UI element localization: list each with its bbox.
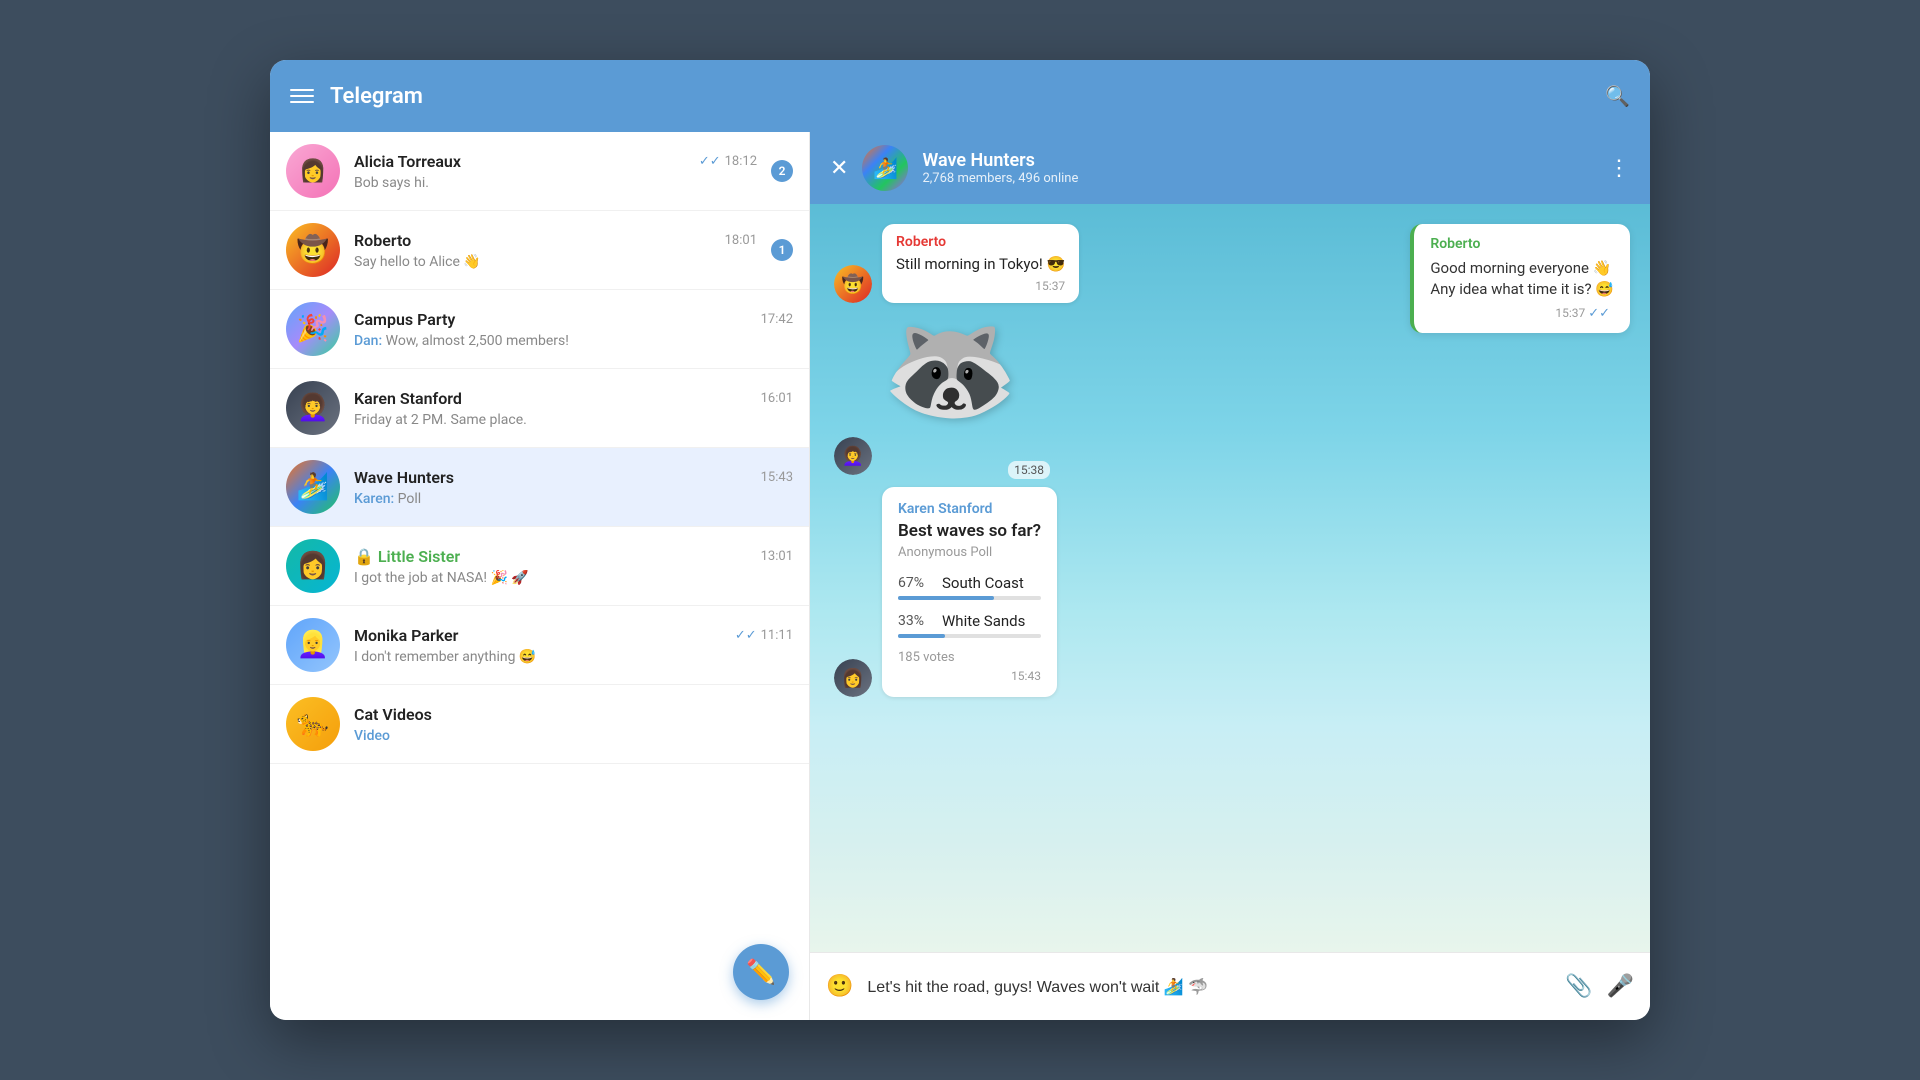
chat-time: 17:42	[761, 312, 793, 327]
message-avatar: 👩	[834, 659, 872, 697]
poll-pct: 67%	[898, 575, 934, 591]
group-info: Wave Hunters 2,768 members, 496 online	[922, 150, 1594, 186]
chat-name: Roberto	[354, 231, 411, 250]
group-name: Wave Hunters	[922, 150, 1594, 171]
input-bar: 🙂 📎 🎤	[810, 952, 1650, 1020]
chat-item-karen[interactable]: 👩‍🦱 Karen Stanford 16:01 Friday at 2 PM.…	[270, 369, 809, 448]
group-avatar: 🏄	[862, 145, 908, 191]
avatar: 🤠	[286, 223, 340, 277]
quoted-message: Roberto Good morning everyone 👋Any idea …	[1410, 224, 1630, 333]
poll-option: 67% South Coast	[898, 574, 1041, 600]
poll-title: Best waves so far?	[898, 521, 1041, 541]
avatar: 👩‍🦱	[286, 381, 340, 435]
chat-list: 👩 Alicia Torreaux ✓✓18:12 Bob says hi. 2…	[270, 132, 809, 1020]
mic-button[interactable]: 🎤	[1607, 974, 1634, 999]
poll-votes: 185 votes	[898, 650, 1041, 665]
more-options-icon[interactable]: ⋮	[1608, 156, 1630, 181]
poll-label: South Coast	[942, 574, 1024, 592]
chat-time: ✓✓11:11	[735, 628, 793, 643]
message-avatar: 🤠	[834, 265, 872, 303]
chat-preview: Karen: Poll	[354, 491, 793, 507]
poll-subtitle: Anonymous Poll	[898, 545, 1041, 560]
chat-name: Wave Hunters	[354, 468, 454, 487]
sidebar: 👩 Alicia Torreaux ✓✓18:12 Bob says hi. 2…	[270, 132, 810, 1020]
chat-time: 13:01	[761, 549, 793, 564]
chat-info: Karen Stanford 16:01 Friday at 2 PM. Sam…	[354, 389, 793, 428]
app-body: 👩 Alicia Torreaux ✓✓18:12 Bob says hi. 2…	[270, 132, 1650, 1020]
chat-name: Cat Videos	[354, 705, 432, 724]
group-meta: 2,768 members, 496 online	[922, 171, 1594, 186]
chat-time: 16:01	[761, 391, 793, 406]
chat-item-catvideos[interactable]: 🐆 Cat Videos Video	[270, 685, 809, 764]
message-sender: Roberto	[896, 234, 1065, 250]
compose-button[interactable]: ✏️	[733, 944, 789, 1000]
poll-bubble: Karen Stanford Best waves so far? Anonym…	[882, 487, 1057, 697]
chat-info: Cat Videos Video	[354, 705, 793, 744]
quoted-time: 15:37 ✓✓	[1430, 306, 1614, 321]
attach-button[interactable]: 📎	[1565, 974, 1592, 999]
close-button[interactable]: ✕	[830, 156, 848, 181]
app-header: Telegram 🔍	[270, 60, 1650, 132]
chat-item-monika[interactable]: 👱‍♀️ Monika Parker ✓✓11:11 I don't remem…	[270, 606, 809, 685]
chat-info: 🔒 Little Sister 13:01 I got the job at N…	[354, 547, 793, 586]
search-icon[interactable]: 🔍	[1605, 84, 1630, 108]
sticker: 🦝 15:38	[882, 315, 1042, 475]
poll-sender: Karen Stanford	[898, 501, 1041, 517]
message-bubble: Roberto Still morning in Tokyo! 😎 15:37	[882, 224, 1079, 303]
avatar: 👩	[286, 144, 340, 198]
chat-name: Campus Party	[354, 310, 455, 329]
sticker-time: 15:38	[1008, 461, 1050, 479]
poll-time: 15:43	[898, 669, 1041, 683]
chat-item-roberto[interactable]: 🤠 Roberto 18:01 Say hello to Alice 👋 1	[270, 211, 809, 290]
quoted-sender: Roberto	[1430, 236, 1614, 252]
app-window: Telegram 🔍 👩 Alicia Torreaux ✓✓18:12 Bob…	[270, 60, 1650, 1020]
chat-area: ✕ 🏄 Wave Hunters 2,768 members, 496 onli…	[810, 132, 1650, 1020]
avatar: 👱‍♀️	[286, 618, 340, 672]
emoji-button[interactable]: 🙂	[826, 974, 853, 999]
poll-label: White Sands	[942, 612, 1025, 630]
chat-info: Alicia Torreaux ✓✓18:12 Bob says hi.	[354, 152, 757, 191]
chat-preview: Dan: Wow, almost 2,500 members!	[354, 333, 793, 349]
message-text: Still morning in Tokyo! 😎	[896, 254, 1065, 275]
chat-time: 18:01	[725, 233, 757, 248]
avatar: 🏄	[286, 460, 340, 514]
message-avatar: 👩‍🦱	[834, 437, 872, 475]
chat-name: Monika Parker	[354, 626, 458, 645]
chat-info: Roberto 18:01 Say hello to Alice 👋	[354, 231, 757, 270]
chat-info: Monika Parker ✓✓11:11 I don't remember a…	[354, 626, 793, 665]
menu-icon[interactable]	[290, 89, 314, 103]
message-time: 15:37	[896, 279, 1065, 293]
sticker-row: 👩‍🦱 🦝 15:38	[834, 315, 1626, 475]
chat-name: Alicia Torreaux	[354, 152, 461, 171]
message-input[interactable]	[867, 978, 1551, 996]
unread-badge: 1	[771, 239, 793, 261]
chat-name: Karen Stanford	[354, 389, 462, 408]
chat-time: 15:43	[761, 470, 793, 485]
chat-item-littlesister[interactable]: 👩 🔒 Little Sister 13:01 I got the job at…	[270, 527, 809, 606]
chat-preview: Say hello to Alice 👋	[354, 254, 757, 270]
chat-topbar: ✕ 🏄 Wave Hunters 2,768 members, 496 onli…	[810, 132, 1650, 204]
avatar: 🎉	[286, 302, 340, 356]
unread-badge: 2	[771, 160, 793, 182]
chat-preview: Friday at 2 PM. Same place.	[354, 412, 793, 428]
avatar: 👩	[286, 539, 340, 593]
chat-name: 🔒 Little Sister	[354, 547, 460, 566]
chat-preview: Video	[354, 728, 793, 744]
chat-preview: I got the job at NASA! 🎉 🚀	[354, 570, 793, 586]
chat-preview: Bob says hi.	[354, 175, 757, 191]
chat-time: ✓✓18:12	[699, 154, 757, 169]
poll-option: 33% White Sands	[898, 612, 1041, 638]
chat-background: 🤠 Roberto Still morning in Tokyo! 😎 15:3…	[810, 204, 1650, 952]
chat-preview: I don't remember anything 😅	[354, 649, 793, 665]
chat-info: Wave Hunters 15:43 Karen: Poll	[354, 468, 793, 507]
chat-item-alicia[interactable]: 👩 Alicia Torreaux ✓✓18:12 Bob says hi. 2	[270, 132, 809, 211]
quoted-text: Good morning everyone 👋Any idea what tim…	[1430, 258, 1614, 300]
chat-item-wavehunters[interactable]: 🏄 Wave Hunters 15:43 Karen: Poll	[270, 448, 809, 527]
poll-pct: 33%	[898, 613, 934, 629]
chat-item-campus[interactable]: 🎉 Campus Party 17:42 Dan: Wow, almost 2,…	[270, 290, 809, 369]
avatar: 🐆	[286, 697, 340, 751]
poll-row: 👩 Karen Stanford Best waves so far? Anon…	[834, 487, 1626, 697]
app-title: Telegram	[330, 84, 1589, 109]
chat-info: Campus Party 17:42 Dan: Wow, almost 2,50…	[354, 310, 793, 349]
